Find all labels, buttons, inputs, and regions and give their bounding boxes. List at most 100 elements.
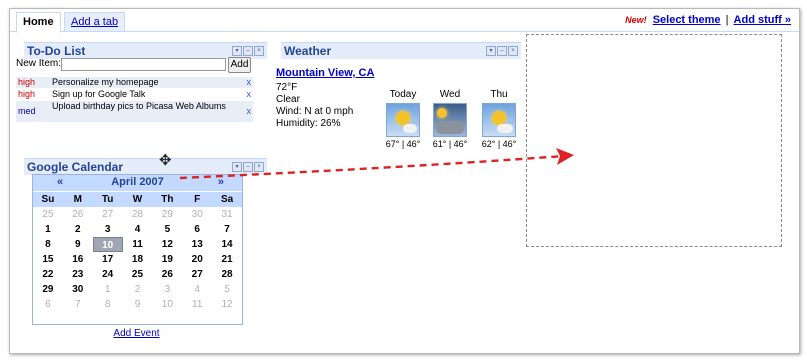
calendar-day[interactable]: 6 (33, 297, 63, 312)
calendar-day[interactable]: 18 (123, 252, 153, 267)
add-item-button[interactable]: Add (228, 57, 251, 73)
weather-temp: 72°F (276, 82, 298, 93)
calendar-day[interactable]: 9 (123, 297, 153, 312)
remove-icon[interactable]: x (247, 89, 252, 99)
weekday-header: Su (33, 192, 63, 207)
calendar-day[interactable]: 30 (182, 207, 212, 222)
weather-humidity: Humidity: 26% (276, 118, 341, 129)
calendar-day[interactable]: 10 (92, 237, 123, 252)
calendar-day[interactable]: 26 (63, 207, 93, 222)
calendar-day[interactable]: 25 (123, 267, 153, 282)
calendar-day[interactable]: 11 (182, 297, 212, 312)
forecast-wed: Wed 61° | 46° (431, 89, 469, 149)
todo-item-text: Sign up for Google Talk (52, 89, 146, 99)
calendar-day[interactable]: 8 (93, 297, 123, 312)
calendar-day[interactable]: 14 (212, 237, 242, 252)
weekday-header: Th (152, 192, 183, 207)
todo-title: To-Do List (27, 44, 86, 58)
calendar-day[interactable]: 21 (212, 252, 242, 267)
todo-item[interactable]: med Upload birthday pics to Picasa Web A… (16, 101, 253, 122)
todo-item[interactable]: high Personalize my homepage x (16, 77, 253, 88)
calendar-day[interactable]: 26 (152, 267, 182, 282)
calendar-day[interactable]: 24 (93, 267, 123, 282)
weather-city-link[interactable]: Mountain View, CA (276, 67, 374, 79)
weather-wind: Wind: N at 0 mph (276, 106, 354, 117)
forecast-day: Thu (490, 89, 508, 100)
tab-home[interactable]: Home (16, 12, 61, 33)
calendar-day[interactable]: 7 (212, 222, 242, 237)
calendar-title: Google Calendar (27, 160, 124, 174)
drop-target-placeholder[interactable] (526, 34, 782, 247)
calendar-day[interactable]: 28 (212, 267, 242, 282)
weather-controls: ▾ – × (486, 46, 518, 56)
calendar-day[interactable]: 30 (63, 282, 93, 297)
forecast-today: Today 67° | 46° (384, 89, 422, 149)
calendar-day[interactable]: 28 (123, 207, 153, 222)
mini-calendar: « April 2007 » Su M Tu W Th F Sa 25 26 27 28 29 30 31… (32, 174, 243, 325)
calendar-day[interactable]: 5 (212, 282, 242, 297)
weather-condition: Clear (276, 94, 300, 105)
select-theme-link[interactable]: Select theme (653, 14, 721, 26)
calendar-day[interactable]: 10 (152, 297, 182, 312)
calendar-day[interactable]: 29 (152, 207, 182, 222)
calendar-day[interactable]: 19 (152, 252, 182, 267)
tab-add-a-tab[interactable]: Add a tab (64, 12, 126, 31)
close-icon[interactable]: × (508, 46, 518, 56)
priority-label: med (18, 106, 36, 116)
separator: | (725, 14, 729, 26)
calendar-day[interactable]: 4 (182, 282, 212, 297)
remove-icon[interactable]: x (247, 77, 252, 87)
calendar-day[interactable]: 22 (33, 267, 63, 282)
sunny-icon (386, 103, 420, 137)
calendar-day[interactable]: 1 (33, 222, 63, 237)
calendar-day[interactable]: 31 (212, 207, 242, 222)
todo-item-text: Upload birthday pics to Picasa Web Album… (52, 101, 226, 111)
calendar-day[interactable]: 17 (93, 252, 123, 267)
calendar-day[interactable]: 6 (182, 222, 212, 237)
new-badge: New! (625, 15, 647, 25)
weekday-header: W (122, 192, 153, 207)
calendar-day[interactable]: 1 (93, 282, 123, 297)
calendar-day[interactable]: 2 (63, 222, 93, 237)
weekday-header: M (62, 192, 93, 207)
minimize-icon[interactable]: – (497, 46, 507, 56)
close-icon[interactable]: × (254, 46, 264, 56)
calendar-day[interactable]: 4 (123, 222, 153, 237)
forecast-day: Wed (439, 89, 461, 100)
calendar-day[interactable]: 23 (63, 267, 93, 282)
calendar-day[interactable]: 27 (182, 267, 212, 282)
weather-title: Weather (284, 44, 332, 58)
add-event-link[interactable]: Add Event (32, 328, 241, 339)
calendar-day[interactable]: 20 (182, 252, 212, 267)
weather-gadget-header[interactable]: Weather ▾ – × (281, 42, 521, 59)
menu-icon[interactable]: ▾ (486, 46, 496, 56)
top-right-links: New! Select theme | Add stuff » (625, 14, 791, 26)
menu-icon[interactable]: ▾ (232, 46, 242, 56)
calendar-day[interactable]: 12 (152, 237, 182, 252)
calendar-day[interactable]: 9 (63, 237, 93, 252)
calendar-day[interactable]: 2 (123, 282, 153, 297)
minimize-icon[interactable]: – (243, 46, 253, 56)
calendar-day[interactable]: 27 (93, 207, 123, 222)
calendar-day[interactable]: 29 (33, 282, 63, 297)
calendar-day[interactable]: 12 (212, 297, 242, 312)
calendar-day[interactable]: 15 (33, 252, 63, 267)
calendar-day[interactable]: 3 (152, 282, 182, 297)
add-stuff-link[interactable]: Add stuff » (734, 14, 791, 26)
calendar-day[interactable]: 5 (152, 222, 182, 237)
drag-arrow-icon (179, 148, 574, 180)
calendar-day[interactable]: 16 (63, 252, 93, 267)
calendar-day[interactable]: 25 (33, 207, 63, 222)
calendar-day[interactable]: 3 (93, 222, 123, 237)
calendar-day[interactable]: 11 (123, 237, 153, 252)
calendar-day[interactable]: 13 (182, 237, 212, 252)
remove-icon[interactable]: x (247, 106, 252, 116)
tab-bar: Home Add a tab New! Select theme | Add s… (10, 9, 799, 33)
todo-item[interactable]: high Sign up for Google Talk x (16, 89, 253, 100)
todo-controls: ▾ – × (232, 46, 264, 56)
new-item-input[interactable] (61, 58, 226, 71)
weekday-header: F (182, 192, 213, 207)
calendar-day[interactable]: 7 (63, 297, 93, 312)
calendar-day[interactable]: 8 (33, 237, 63, 252)
weekday-header: Tu (92, 192, 123, 207)
